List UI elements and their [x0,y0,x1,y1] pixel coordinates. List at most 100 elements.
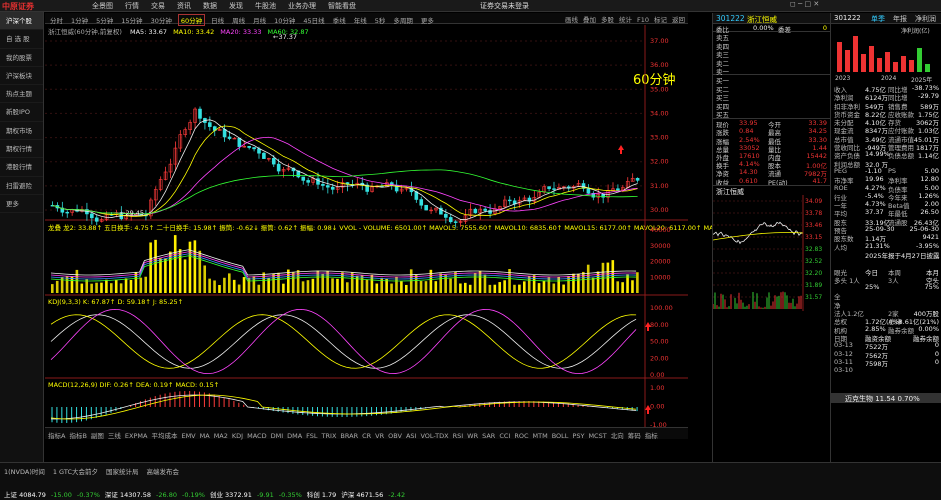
period-tab[interactable]: 30分钟 [149,15,174,25]
period-tab[interactable]: 10分钟 [272,15,297,25]
period-tab[interactable]: 月线 [251,15,268,25]
sidebar-item[interactable]: 港股行情 [0,158,43,177]
indicator-tab[interactable]: 指标 [645,430,658,440]
indicator-tab[interactable]: BOLL [552,432,569,440]
period-tab[interactable]: 5秒 [373,15,388,25]
window-controls[interactable]: ◻ ─ □ ✕ [790,0,819,8]
tool-f10-button[interactable]: F10 [637,16,649,24]
indicator-tab[interactable]: FSL [306,432,317,440]
login-hint[interactable]: 证券交易未登录 [480,1,529,11]
news-item[interactable]: 1 GTC大会前夕 [53,466,98,476]
sidebar-item[interactable]: 热点主题 [0,85,43,104]
menu-item[interactable]: 数据 [203,1,217,11]
indicator-tab[interactable]: 指标A [48,430,65,440]
indicator-tab[interactable]: SAR [482,432,495,440]
book-row[interactable]: 卖五 [713,32,830,42]
sidebar-item[interactable]: 自 选 股 [0,30,43,49]
period-tab[interactable]: 45日线 [301,15,326,25]
indicator-tab[interactable]: MTM [533,432,548,440]
book-row[interactable]: 卖一 [713,66,830,76]
menu-item[interactable]: 资讯 [177,1,191,11]
sidebar-item[interactable]: 沪深板块 [0,67,43,86]
period-tab[interactable]: 15分钟 [119,15,144,25]
sidebar-item[interactable]: 沪深个股 [0,12,43,31]
book-row[interactable]: 买一 [713,75,830,85]
book-row[interactable]: 买二 [713,84,830,94]
news-item[interactable]: 1(NVDA)时间 [4,466,45,476]
tool-stats-button[interactable]: 统计 [619,14,632,24]
book-row[interactable]: 买五 [713,109,830,119]
indicator-tab[interactable]: CCI [499,432,510,440]
indicator-tab[interactable]: PSY [572,432,584,440]
volume-bar [621,282,624,293]
fin-tab[interactable]: 单季 [871,14,885,24]
sidebar-item[interactable]: 更多 [0,195,43,214]
period-tab[interactable]: 分时 [48,15,65,25]
tool-overlay-button[interactable]: 叠加 [583,14,596,24]
book-row[interactable]: 买三 [713,92,830,102]
headline-ticker[interactable]: 迈克生物 11.54 0.70% [845,394,920,404]
indicator-tab[interactable]: TRIX [322,432,337,440]
indicator-tab[interactable]: 平均成本 [151,430,177,440]
period-tab[interactable]: 更多 [419,15,436,25]
menu-item[interactable]: 智能看盘 [328,1,356,11]
indicator-tab[interactable]: 北向 [611,430,624,440]
sidebar-item[interactable]: 扫雷避险 [0,177,43,195]
indicator-tab[interactable]: 筹码 [628,430,641,440]
period-tab[interactable]: 周线 [230,15,247,25]
indicator-tab[interactable]: 副图 [91,430,104,440]
indicator-tab[interactable]: VR [375,432,384,440]
indicator-tab[interactable]: MCST [588,432,606,440]
indicator-tab[interactable]: 三线 [108,430,121,440]
indicator-tab[interactable]: MACD [247,432,266,440]
menu-item[interactable]: 牛股池 [255,1,276,11]
indicator-tab[interactable]: KDJ [232,432,243,440]
tool-draw-button[interactable]: 画线 [565,14,578,24]
chart-area[interactable]: 浙江恒威(60分钟,前复权) MA5: 33.67 MA10: 33.42 MA20… [45,25,766,427]
indicator-tab[interactable]: 指标B [69,430,86,440]
period-tab[interactable]: 1分钟 [69,15,90,25]
indicator-tab[interactable]: MA [200,432,210,440]
sidebar-item[interactable]: 期权市场 [0,122,43,141]
period-tab[interactable]: 日线 [209,15,226,25]
tool-back-button[interactable]: 返回 [672,14,685,24]
volume-bar [75,269,79,293]
fin-tab[interactable]: 年报 [893,14,907,24]
menu-item[interactable]: 交易 [151,1,165,11]
menu-item[interactable]: 全景图 [92,1,113,11]
tool-multi-button[interactable]: 多股 [601,14,614,24]
book-row[interactable]: 卖四 [713,41,830,51]
book-row[interactable]: 卖二 [713,58,830,68]
period-tab[interactable]: 多周期 [391,15,415,25]
indicator-tab[interactable]: EMV [181,432,195,440]
candle-body [247,146,251,148]
period-tab[interactable]: 5分钟 [94,15,115,25]
indicator-tab[interactable]: ASI [406,432,417,440]
news-item[interactable]: 国家统计局 [106,466,139,476]
volume-bar [95,282,98,293]
indicator-tab[interactable]: DMA [287,432,302,440]
period-tab[interactable]: 年线 [352,15,369,25]
menu-item[interactable]: 发现 [229,1,243,11]
indicator-tab[interactable]: BRAR [340,432,358,440]
book-row[interactable]: 卖三 [713,49,830,59]
sidebar-item[interactable]: 期权行情 [0,140,43,159]
indicator-tab[interactable]: ROC [514,432,528,440]
indicator-tab[interactable]: DMI [271,432,284,440]
menu-item[interactable]: 行情 [125,1,139,11]
indicator-tab[interactable]: VOL-TDX [420,432,448,440]
indicator-tab[interactable]: RSI [453,432,464,440]
menu-item[interactable]: 业务办理 [288,1,316,11]
period-tab[interactable]: 季线 [331,15,348,25]
book-row[interactable]: 买四 [713,101,830,111]
tool-mark-button[interactable]: 标记 [654,14,667,24]
indicator-tab[interactable]: MA2 [214,432,228,440]
indicator-tab[interactable]: WR [467,432,478,440]
indicator-tab[interactable]: CR [362,432,371,440]
news-item[interactable]: 高端发布会 [147,466,180,476]
indicator-tab[interactable]: OBV [388,432,402,440]
sidebar-item[interactable]: 我的股票 [0,49,43,67]
indicator-tab[interactable]: EXPMA [125,432,148,440]
fin-tab[interactable]: 净利润 [915,14,936,24]
sidebar-item[interactable]: 新股IPO [0,103,43,122]
